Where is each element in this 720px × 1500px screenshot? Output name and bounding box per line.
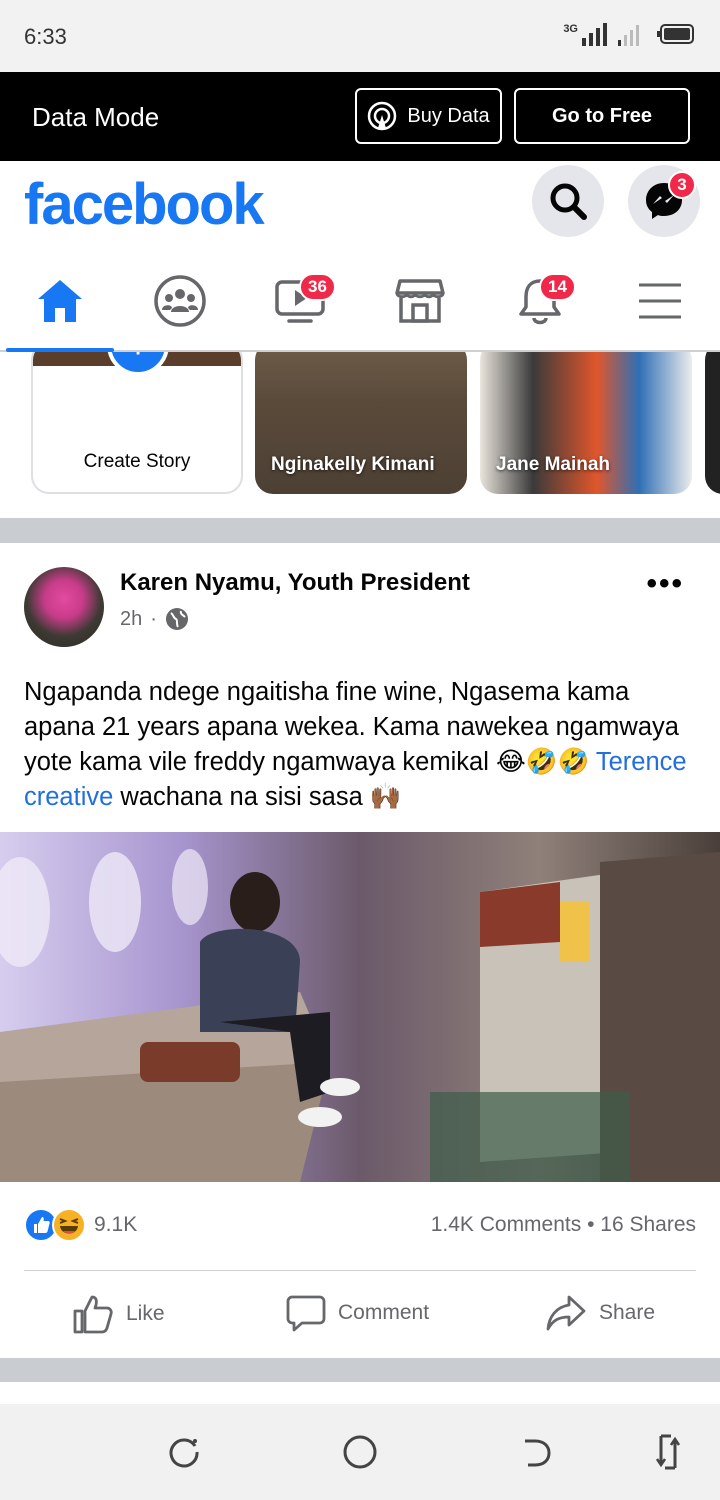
globe-icon [165,608,188,630]
status-icons: 3G [563,20,696,48]
story-author: Jane Mainah [496,454,611,475]
rotate-circle-icon [169,1438,199,1468]
search-icon [550,183,587,220]
go-to-free-button[interactable]: Go to Free [514,88,690,144]
status-time: 6:33 [24,24,67,49]
rotate-screen-icon [655,1434,681,1470]
tab-notifications[interactable]: 14 [485,251,595,351]
haha-reaction-icon [52,1208,86,1242]
post-text: Ngapanda ndege ngaitisha fine wine, Ngas… [24,675,704,815]
messenger-badge: 3 [668,171,696,199]
action-divider [24,1270,696,1271]
post-time[interactable]: 2h [120,608,142,631]
reaction-count: 9.1K [94,1213,138,1236]
story-card[interactable]: Nginakelly Kimani [255,352,467,494]
go-to-free-label: Go to Free [551,104,652,127]
nav-assistant-button[interactable] [164,1432,204,1472]
feed-divider [0,518,720,543]
tab-groups[interactable] [125,251,235,351]
tab-bar: 36 14 [0,251,720,352]
comments-shares-count[interactable]: 1.4K Comments • 16 Shares [431,1213,696,1237]
feed-divider [0,1358,720,1382]
store-icon [395,279,445,323]
tab-marketplace[interactable] [365,251,475,351]
author-avatar[interactable] [24,567,104,647]
post-text-end: wachana na sisi sasa 🙌🏾 [113,783,402,811]
post-options-icon[interactable]: ••• [646,567,684,601]
nav-back-button[interactable] [516,1432,556,1472]
comment-icon [286,1295,326,1332]
post-author[interactable]: Karen Nyamu, Youth President [120,569,470,597]
meta-separator: · [150,607,157,630]
broadcast-icon [368,101,397,131]
post-photo[interactable] [0,832,720,1182]
signal-icon [582,23,639,46]
create-story-card[interactable]: + Create Story [31,352,243,494]
data-mode-bar: Data Mode Buy Data Go to Free [0,72,720,161]
like-icon [73,1295,113,1334]
facebook-logo[interactable]: facebook [24,171,265,238]
notifications-badge: 14 [539,273,576,301]
plus-icon: + [107,352,169,376]
comment-button[interactable]: Comment [286,1293,429,1333]
post-emojis: 😂🤣🤣 [495,748,590,776]
network-type-label: 3G [563,23,578,35]
groups-icon [154,275,206,327]
story-author: Nginakelly Kimani [271,454,435,475]
watch-badge: 36 [299,273,336,301]
story-card[interactable] [705,352,720,494]
feed-post: Karen Nyamu, Youth President 2h · ••• Ng… [0,543,720,1358]
nav-recents-button[interactable] [648,1432,688,1472]
create-story-label: Create Story [83,451,191,472]
share-icon [546,1295,586,1331]
tab-home[interactable] [5,251,115,351]
story-card[interactable]: Jane Mainah [480,352,692,494]
search-button[interactable] [532,165,604,237]
battery-icon [657,24,694,44]
nav-home-button[interactable] [340,1432,380,1472]
menu-icon [639,283,681,319]
app-header: facebook 3 [0,161,720,251]
status-bar: 6:33 3G [0,0,720,72]
share-label: Share [599,1301,656,1324]
post-meta: 2h · [120,607,189,631]
buy-data-button[interactable]: Buy Data [355,88,502,144]
like-label: Like [126,1302,165,1325]
system-nav-bar [0,1404,720,1500]
share-button[interactable]: Share [545,1293,655,1333]
like-button[interactable]: Like [72,1293,165,1335]
circle-icon [343,1435,377,1469]
comment-label: Comment [338,1301,430,1324]
stories-tray: + Create Story Nginakelly Kimani Jane Ma… [0,352,720,518]
tab-menu[interactable] [605,251,715,351]
data-mode-title: Data Mode [32,102,160,132]
reaction-summary[interactable]: 9.1K [24,1208,137,1242]
messenger-button[interactable]: 3 [628,165,700,237]
home-icon [38,280,82,322]
tab-watch[interactable]: 36 [245,251,355,351]
buy-data-label: Buy Data [407,104,490,127]
photo-illustration [0,832,720,1182]
back-icon [525,1439,551,1467]
